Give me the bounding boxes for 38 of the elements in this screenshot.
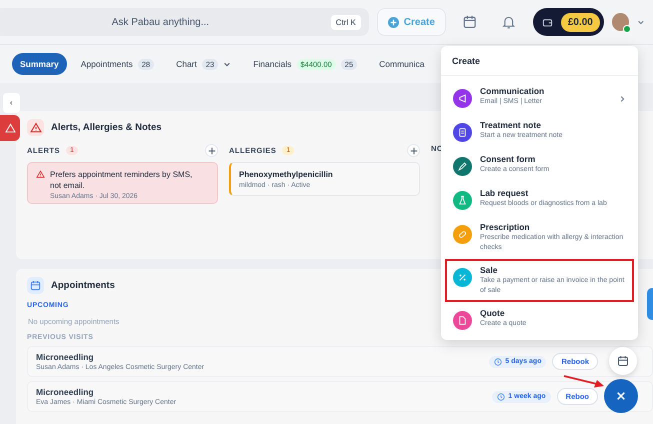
- visit-title: Microneedling: [36, 352, 95, 362]
- menu-item-title: Prescription: [480, 222, 531, 232]
- warning-icon: [36, 170, 45, 179]
- tab[interactable]: Communica: [371, 53, 432, 75]
- alert-tab[interactable]: [0, 115, 20, 141]
- close-icon: [616, 391, 626, 401]
- menu-item-title: Quote: [480, 308, 506, 318]
- menu-item-title: Treatment note: [480, 120, 542, 130]
- add-button[interactable]: [407, 144, 420, 157]
- chevron-left-icon: [9, 99, 14, 107]
- section-title: Appointments: [51, 280, 115, 291]
- section-title: Alerts, Allergies & Notes: [51, 122, 162, 133]
- menu-item-title: Communication: [480, 86, 546, 96]
- calendar-icon[interactable]: [462, 14, 478, 30]
- add-button[interactable]: [205, 144, 218, 157]
- bell-icon[interactable]: [501, 14, 517, 30]
- plus-icon: [388, 16, 399, 28]
- annotation-arrow: [563, 374, 605, 388]
- menu-item-title: Sale: [480, 265, 498, 275]
- tab[interactable]: Summary: [12, 53, 67, 75]
- balance-amount: £0.00: [560, 12, 600, 32]
- wallet-icon: [542, 16, 553, 28]
- menu-title: Create: [441, 46, 638, 76]
- shortcut-hint: Ctrl K: [330, 15, 361, 30]
- caret-icon[interactable]: [637, 18, 645, 26]
- plus-icon: [208, 146, 216, 154]
- plus-icon: [410, 146, 418, 154]
- menu-item-title: Consent form: [480, 154, 536, 164]
- calendar-icon: [617, 355, 629, 367]
- wallet-balance[interactable]: £0.00: [532, 8, 604, 36]
- calendar-icon: [27, 277, 44, 294]
- entry-text: Prefers appointment reminders by SMS, not email.: [50, 169, 194, 191]
- warning-icon: [4, 122, 16, 134]
- warning-icon: [27, 119, 44, 136]
- avatar[interactable]: [612, 13, 630, 31]
- menu-item-title: Lab request: [480, 188, 530, 198]
- entry-text: Phenoxymethylpenicillin: [239, 169, 333, 180]
- visit-title: Microneedling: [36, 387, 95, 397]
